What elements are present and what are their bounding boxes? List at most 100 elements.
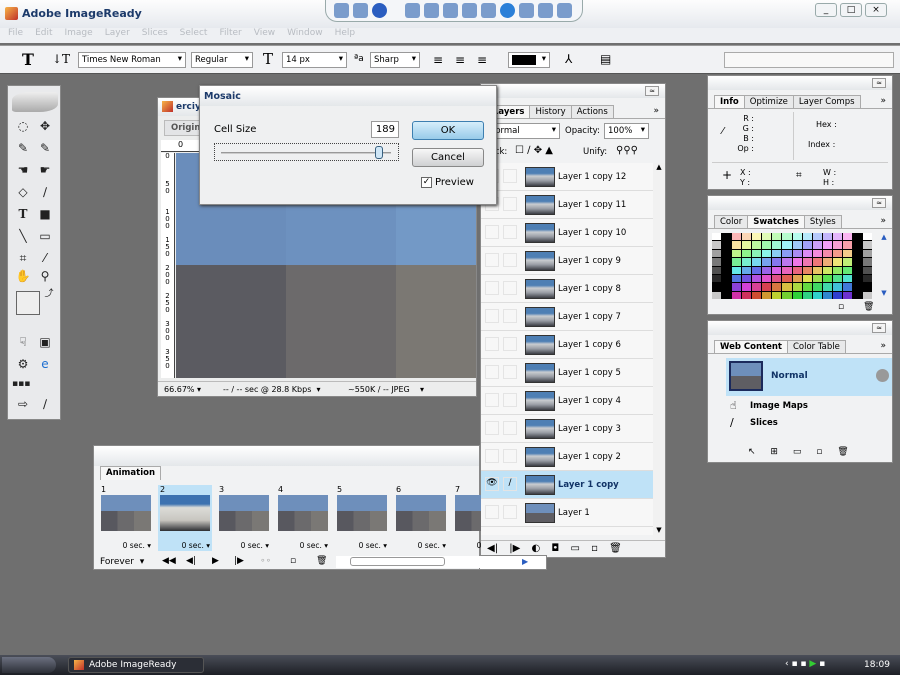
- menu-layer[interactable]: Layer: [105, 28, 130, 43]
- visibility-eye-icon[interactable]: [485, 309, 499, 323]
- swatch[interactable]: [822, 274, 832, 283]
- swatch[interactable]: [732, 258, 742, 266]
- swatch[interactable]: [852, 291, 862, 299]
- swatch[interactable]: [832, 291, 842, 299]
- swatch[interactable]: [822, 291, 832, 299]
- paintbrush-link-icon[interactable]: [503, 421, 517, 435]
- swatch[interactable]: [742, 233, 752, 241]
- shortcut-icon[interactable]: [443, 3, 458, 18]
- font-family-select[interactable]: Times New Roman: [78, 52, 186, 68]
- foreground-color-swatch[interactable]: [16, 291, 40, 315]
- frame-delay-select[interactable]: 0 sec. ▾: [418, 541, 446, 550]
- delete-swatch-icon[interactable]: 🗑: [863, 302, 874, 312]
- swatch[interactable]: [862, 249, 872, 258]
- swatch[interactable]: [732, 274, 742, 283]
- swatch[interactable]: [792, 241, 802, 249]
- swatch[interactable]: [852, 283, 862, 291]
- animation-frame[interactable]: 5 0 sec. ▾: [335, 485, 389, 551]
- swatch[interactable]: [842, 291, 852, 299]
- swatch[interactable]: [842, 233, 852, 241]
- visibility-eye-icon[interactable]: 👁: [485, 477, 499, 491]
- visibility-eye-icon[interactable]: [485, 253, 499, 267]
- ok-button[interactable]: OK: [412, 121, 484, 140]
- menu-file[interactable]: File: [8, 28, 23, 43]
- paintbrush-link-icon[interactable]: ∕: [503, 477, 517, 491]
- delete-frame-icon[interactable]: 🗑: [316, 556, 327, 566]
- paintbrush-link-icon[interactable]: [503, 225, 517, 239]
- tab-web-content[interactable]: Web Content: [714, 340, 788, 353]
- shortcut-icon[interactable]: [557, 3, 572, 18]
- text-tool-icon[interactable]: T: [22, 50, 34, 69]
- swatch[interactable]: [742, 241, 752, 249]
- swatch[interactable]: [752, 233, 762, 241]
- select-icon[interactable]: ↖: [748, 447, 756, 457]
- swatch[interactable]: [762, 266, 772, 274]
- frame-delay-select[interactable]: 0 sec. ▾: [359, 541, 387, 550]
- swatch[interactable]: [812, 266, 822, 274]
- frame-delay-select[interactable]: 0 sec. ▾: [477, 541, 481, 550]
- swatch[interactable]: [762, 274, 772, 283]
- swatch[interactable]: [772, 291, 782, 299]
- visibility-eye-icon[interactable]: [485, 421, 499, 435]
- cell-size-input[interactable]: 189: [371, 121, 399, 138]
- font-style-select[interactable]: Regular: [191, 52, 253, 68]
- info-panel-header[interactable]: ≈: [708, 76, 892, 90]
- swatch[interactable]: [842, 258, 852, 266]
- swatch[interactable]: [792, 266, 802, 274]
- file-size-select[interactable]: ~550K / -- JPEG ▾: [348, 385, 424, 394]
- swatch[interactable]: [742, 258, 752, 266]
- eyedropper-tool-icon[interactable]: ⁄: [36, 250, 54, 266]
- line-tool-icon[interactable]: ╲: [14, 228, 32, 244]
- swatch[interactable]: [722, 274, 732, 283]
- font-size-select[interactable]: 14 px: [282, 52, 347, 68]
- web-item-normal[interactable]: Normal: [726, 358, 892, 396]
- align-left-icon[interactable]: ≡: [433, 53, 443, 67]
- swap-colors-icon[interactable]: ⤴: [40, 286, 58, 302]
- swatch[interactable]: [822, 258, 832, 266]
- swatch[interactable]: [842, 249, 852, 258]
- tab-color-table[interactable]: Color Table: [786, 340, 846, 353]
- anti-alias-select[interactable]: Sharp: [370, 52, 420, 68]
- layer-row[interactable]: Layer 1 copy 6: [481, 331, 653, 359]
- visibility-eye-icon[interactable]: [485, 449, 499, 463]
- swatch[interactable]: [842, 266, 852, 274]
- delete-layer-icon[interactable]: 🗑: [609, 543, 622, 554]
- slice-tool-icon[interactable]: ✎: [14, 140, 32, 156]
- brush-tool-icon[interactable]: ∕: [36, 184, 54, 200]
- swatch-grid[interactable]: [712, 233, 872, 299]
- swatches-scrollbar[interactable]: ▲ ▼: [878, 233, 890, 299]
- animation-frame[interactable]: 3 0 sec. ▾: [217, 485, 271, 551]
- swatch[interactable]: [832, 266, 842, 274]
- layer-row[interactable]: Layer 1 copy 4: [481, 387, 653, 415]
- swatch[interactable]: [862, 241, 872, 249]
- swatch[interactable]: [712, 274, 722, 283]
- help-icon[interactable]: [372, 3, 387, 18]
- tab-history[interactable]: History: [529, 105, 572, 118]
- swatch[interactable]: [822, 266, 832, 274]
- swatch[interactable]: [852, 266, 862, 274]
- layer-row[interactable]: Layer 1 copy 10: [481, 219, 653, 247]
- layer-row[interactable]: Layer 1 copy 5: [481, 359, 653, 387]
- swatch[interactable]: [852, 249, 862, 258]
- tab-swatches[interactable]: Swatches: [747, 215, 805, 228]
- align-center-icon[interactable]: ≡: [455, 53, 465, 67]
- crop-tool-icon[interactable]: ⌗: [14, 250, 32, 266]
- paintbrush-link-icon[interactable]: [503, 169, 517, 183]
- swatch[interactable]: [772, 241, 782, 249]
- swatch[interactable]: [802, 258, 812, 266]
- swatch[interactable]: [722, 266, 732, 274]
- menu-help[interactable]: Help: [335, 28, 356, 43]
- swatch[interactable]: [862, 266, 872, 274]
- prev-frame-icon[interactable]: ◀|: [487, 543, 498, 554]
- rollover-state-icon[interactable]: [876, 369, 889, 382]
- swatch[interactable]: [732, 291, 742, 299]
- swatch[interactable]: [842, 283, 852, 291]
- swatch[interactable]: [762, 258, 772, 266]
- swatch[interactable]: [822, 283, 832, 291]
- preview-icon[interactable]: ⚙: [14, 356, 32, 372]
- swatch[interactable]: [792, 249, 802, 258]
- shortcut-icon[interactable]: [519, 3, 534, 18]
- swatch[interactable]: [812, 233, 822, 241]
- tab-info[interactable]: Info: [714, 95, 745, 108]
- scroll-thumb[interactable]: [350, 557, 445, 566]
